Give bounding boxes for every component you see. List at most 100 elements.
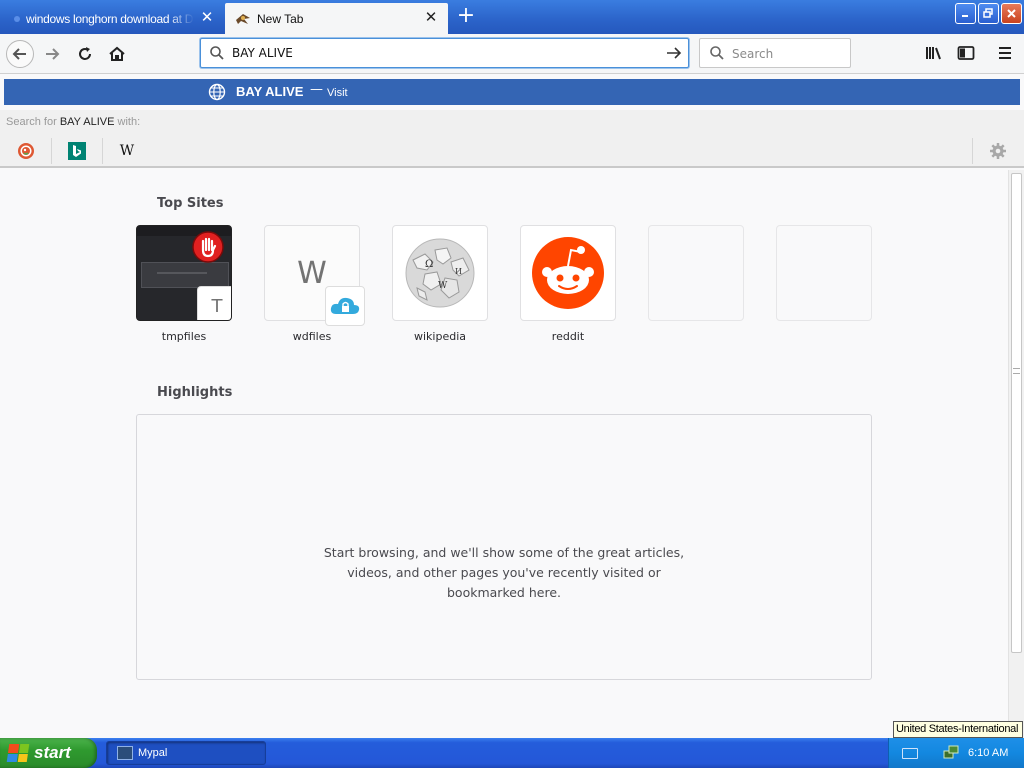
close-window-button[interactable] [1001, 3, 1022, 24]
top-site-tile-wikipedia[interactable]: Ω W И [392, 225, 488, 321]
search-icon [710, 46, 724, 60]
network-icon[interactable] [943, 745, 960, 760]
windows-logo-icon [6, 744, 30, 762]
top-sites-heading: Top Sites [157, 196, 224, 211]
taskbar-item-mypal[interactable]: Mypal [106, 741, 266, 765]
title-bar: windows longhorn download at Du ✕ New Ta… [0, 0, 1024, 34]
wikipedia-icon: W [119, 143, 135, 159]
home-button[interactable] [103, 40, 131, 68]
mypal-app-icon [117, 746, 133, 760]
language-tooltip: United States-International [893, 721, 1023, 738]
engine-bing[interactable] [67, 141, 87, 161]
menu-button[interactable] [994, 42, 1016, 64]
top-site-empty-slot [776, 225, 872, 321]
engine-separator [972, 138, 973, 164]
top-site-label: reddit [551, 330, 585, 343]
suggestion-separator: — [310, 82, 323, 97]
highlights-message-line: videos, and other pages you've recently … [347, 565, 661, 580]
clock: 6:10 AM [968, 747, 1009, 759]
page-scrollbar[interactable] [1008, 170, 1024, 738]
arrow-left-icon [12, 48, 26, 60]
bing-icon [68, 142, 86, 160]
sidebar-icon [957, 46, 975, 60]
tab-close-icon[interactable]: ✕ [424, 10, 438, 25]
top-site-tile-reddit[interactable] [520, 225, 616, 321]
sidebar-button[interactable] [955, 42, 977, 64]
tab-close-icon[interactable]: ✕ [200, 10, 214, 25]
forward-button[interactable] [38, 40, 66, 68]
gear-icon [990, 143, 1006, 159]
stop-hand-icon [192, 231, 224, 263]
window-controls [955, 3, 1022, 24]
tab-new-tab[interactable]: New Tab ✕ [225, 3, 448, 34]
highlights-message-line: Start browsing, and we'll show some of t… [323, 545, 685, 560]
top-site-empty-slot [648, 225, 744, 321]
reload-button[interactable] [71, 40, 99, 68]
scrollbar-grip [1013, 368, 1020, 374]
globe-icon [208, 83, 226, 101]
search-with-prefix: Search for [6, 116, 60, 128]
minimize-button[interactable] [955, 3, 976, 24]
system-tray: 6:10 AM [888, 738, 1024, 768]
restore-icon [983, 8, 993, 18]
url-suggestion-visit[interactable]: BAY ALIVE — Visit [4, 79, 1020, 105]
back-button[interactable] [6, 40, 34, 68]
search-placeholder: Search [732, 47, 774, 61]
engine-wikipedia[interactable]: W [117, 141, 137, 161]
cloud-lock-icon [330, 297, 360, 314]
minimize-icon [962, 15, 968, 17]
tab-duckduckgo[interactable]: windows longhorn download at Du ✕ [2, 3, 224, 34]
close-icon [1007, 9, 1016, 18]
search-with-suffix: with: [114, 116, 141, 128]
new-tab-button[interactable]: + [454, 5, 478, 29]
search-icon [210, 46, 224, 60]
one-off-search-engines: W [0, 134, 1024, 168]
tile-badge [325, 286, 365, 326]
search-settings-button[interactable] [988, 141, 1008, 161]
top-site-tile-tmpfiles[interactable]: T [136, 225, 232, 321]
home-icon [109, 46, 125, 61]
tab-label: New Tab [257, 11, 304, 26]
top-site-label: wdfiles [292, 330, 332, 343]
restore-button[interactable] [978, 3, 999, 24]
suggestion-action: Visit [327, 87, 348, 99]
hamburger-menu-icon [999, 47, 1011, 59]
highlights-message: Start browsing, and we'll show some of t… [137, 543, 871, 603]
engine-separator [51, 138, 52, 164]
navigation-toolbar: BAY ALIVE Search [0, 34, 1024, 74]
search-with-label: Search for BAY ALIVE with: [0, 110, 1024, 134]
reload-icon [79, 47, 91, 60]
top-site-tile-wdfiles[interactable]: W [264, 225, 365, 326]
go-arrow-icon[interactable] [665, 44, 683, 62]
arrow-right-icon [46, 48, 60, 60]
search-input[interactable]: Search [699, 38, 851, 68]
tile-badge-letter: T [211, 295, 223, 317]
start-button[interactable]: start [0, 738, 97, 768]
duckduckgo-icon [18, 143, 34, 159]
tab-label: windows longhorn download at Du [26, 11, 194, 26]
url-input-value: BAY ALIVE [232, 46, 293, 60]
engine-duckduckgo[interactable] [16, 141, 36, 161]
wikipedia-globe-icon: Ω W И [405, 238, 475, 308]
mypal-favicon-icon [236, 13, 250, 24]
keyboard-icon[interactable] [902, 748, 918, 759]
highlights-empty-state: Start browsing, and we'll show some of t… [136, 414, 872, 680]
library-button[interactable] [923, 42, 945, 64]
library-icon [926, 47, 941, 60]
top-site-label: wikipedia [413, 330, 466, 343]
highlights-heading: Highlights [157, 385, 233, 400]
new-tab-page: Top Sites T tmpfiles W wdfiles Ω W И wik… [0, 170, 1008, 738]
highlights-message-line: bookmarked here. [447, 585, 561, 600]
svg-text:W: W [438, 281, 448, 291]
url-bar[interactable]: BAY ALIVE [200, 38, 689, 68]
suggestion-title: BAY ALIVE [236, 84, 304, 99]
tile-badge: T [197, 286, 231, 320]
start-label: start [34, 743, 71, 762]
svg-text:Ω: Ω [425, 259, 433, 270]
taskbar: start Mypal 6:10 AM [0, 738, 1024, 768]
scrollbar-thumb[interactable] [1011, 173, 1022, 653]
engine-separator [102, 138, 103, 164]
taskbar-item-label: Mypal [138, 747, 168, 759]
svg-text:И: И [455, 267, 462, 276]
top-site-label: tmpfiles [161, 330, 207, 343]
